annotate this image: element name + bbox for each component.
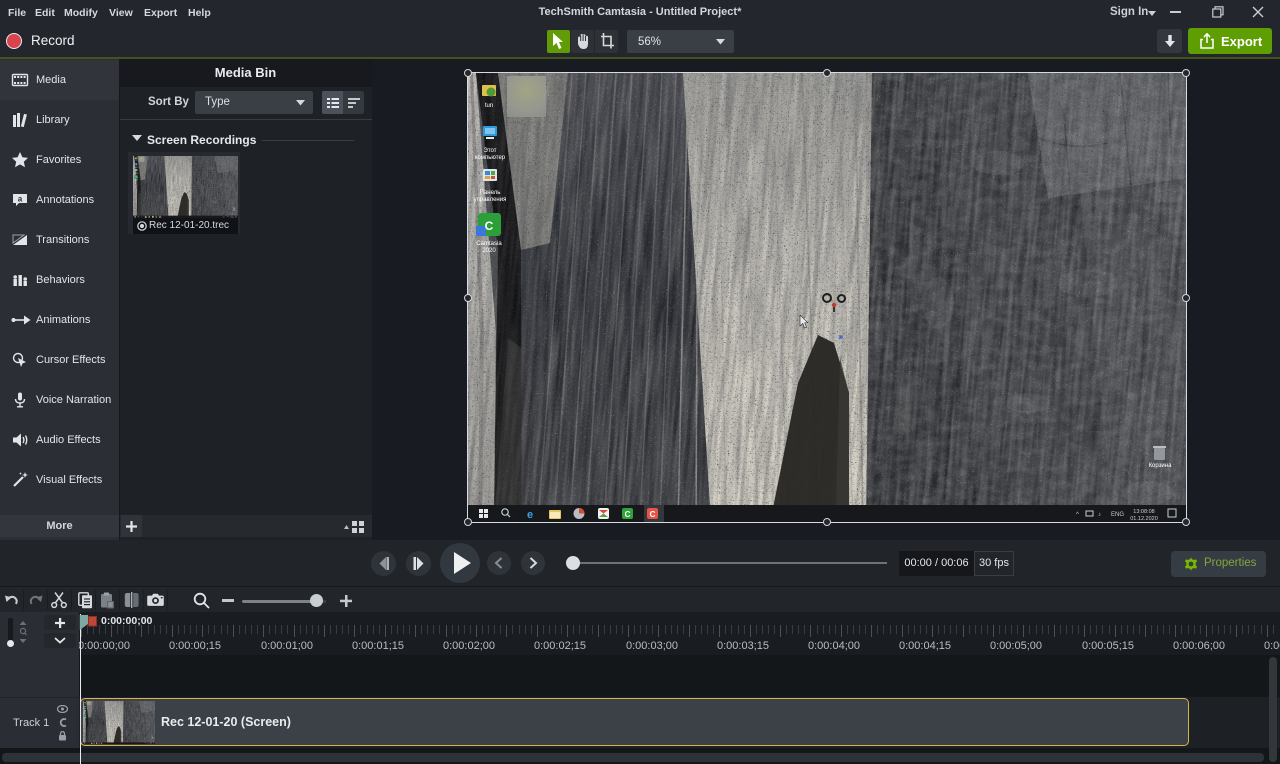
- svg-text:a: a: [18, 195, 23, 204]
